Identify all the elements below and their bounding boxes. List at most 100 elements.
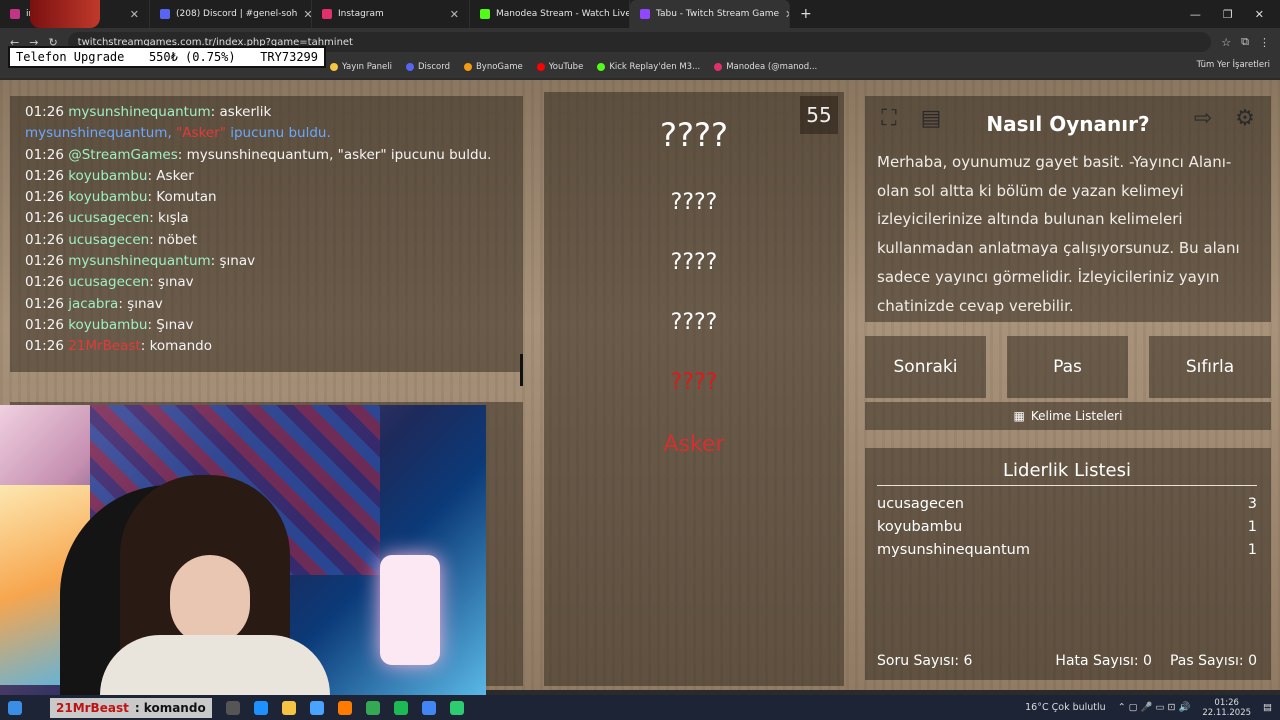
chat-user: mysunshinequantum	[68, 104, 211, 120]
tab-label: Tabu - Twitch Stream Game	[656, 9, 780, 19]
clock-date: 22.11.2025	[1202, 707, 1252, 718]
store-icon[interactable]	[309, 700, 324, 715]
bookmark-label: Manodea (@manod...	[726, 62, 818, 72]
player-score: 1	[1247, 519, 1257, 535]
bookmark-label: YouTube	[548, 62, 584, 72]
star-icon[interactable]: ☆	[1221, 36, 1231, 49]
notification-icon[interactable]: ▤	[1263, 702, 1272, 713]
secret-word: ????	[660, 116, 728, 154]
chat-line-system: mysunshinequantum, "Asker" ipucunu buldu…	[25, 123, 508, 144]
leaderboard-row: mysunshinequantum 1	[877, 542, 1257, 558]
tray-icons[interactable]: ⌃ ▢ 🎤 ▭ ⊡ 🔊	[1118, 702, 1191, 713]
new-tab-button[interactable]: +	[790, 6, 822, 22]
bookmark-discord[interactable]: Discord	[406, 62, 450, 72]
file-explorer-icon[interactable]	[281, 700, 296, 715]
task-view-icon[interactable]	[225, 700, 240, 715]
chat-msg: : Komutan	[147, 189, 217, 206]
pass-button[interactable]: Pas	[1007, 336, 1128, 398]
question-count: Soru Sayısı: 6	[877, 653, 973, 669]
close-window-icon[interactable]: ✕	[1255, 8, 1264, 21]
reset-button[interactable]: Sıfırla	[1149, 336, 1271, 398]
bookmark-bynogame[interactable]: BynoGame	[463, 62, 523, 72]
menu-icon[interactable]: ⋮	[1259, 36, 1270, 49]
chat-line: 01:26 koyubambu: Şınav	[25, 315, 508, 336]
all-bookmarks-link[interactable]: Tüm Yer İşaretleri	[1197, 60, 1270, 70]
chat-line: 01:26 21MrBeast: komando	[25, 336, 508, 357]
spotify-icon[interactable]	[393, 700, 408, 715]
firefox-icon[interactable]	[337, 700, 352, 715]
bookmark-kick-replay[interactable]: Kick Replay'den M3...	[597, 62, 700, 72]
close-icon[interactable]: ✕	[450, 8, 459, 21]
tab-discord[interactable]: (208) Discord | #genel-soh ✕	[150, 0, 312, 28]
chat-scrollbar[interactable]	[520, 354, 523, 386]
browser-tab-strip: instagr ✕ (208) Discord | #genel-soh ✕ I…	[0, 0, 1280, 28]
chat-line: 01:26 mysunshinequantum: şınav	[25, 251, 508, 272]
instagram-icon	[322, 9, 332, 19]
chat-line: 01:26 koyubambu: Asker	[25, 166, 508, 187]
kick-icon	[597, 63, 606, 71]
bookmark-icon	[330, 63, 338, 71]
word-lists-button[interactable]: ▦ Kelime Listeleri	[865, 402, 1271, 430]
chat-user: koyubambu	[68, 189, 148, 206]
game-stats: Soru Sayısı: 6 Hata Sayısı: 0 Pas Sayısı…	[877, 653, 1257, 669]
close-icon[interactable]: ✕	[130, 8, 139, 21]
chat-time: 01:26	[25, 295, 64, 312]
chat-alert-overlay: 21MrBeast : komando	[50, 697, 212, 718]
how-to-play-text: Merhaba, oyunumuz gayet basit. -Yayıncı …	[877, 153, 1240, 315]
list-icon: ▦	[1013, 409, 1025, 423]
bookmark-label: Yayın Paneli	[342, 62, 393, 72]
chat-line: 01:26 jacabra: şınav	[25, 294, 508, 315]
chat-time: 01:26	[25, 104, 64, 120]
tab-instagram-2[interactable]: Instagram ✕	[312, 0, 470, 28]
chat-msg: : komando	[140, 338, 212, 355]
chat-user: ucusagecen	[68, 231, 150, 248]
chat-user: mysunshinequantum	[68, 253, 211, 270]
player-name: koyubambu	[877, 519, 963, 535]
chat-msg: : askerlik	[210, 104, 272, 120]
leaderboard-row: koyubambu 1	[877, 519, 1257, 535]
error-count: Hata Sayısı: 0	[1055, 653, 1152, 669]
lamp	[380, 555, 440, 665]
bookmark-manodea-instagram[interactable]: Manodea (@manod...	[714, 62, 817, 72]
player-score: 3	[1247, 496, 1257, 512]
bookmark-youtube[interactable]: YouTube	[536, 62, 584, 72]
next-button[interactable]: Sonraki	[865, 336, 986, 398]
bookmark-label: BynoGame	[475, 62, 523, 72]
clock-time: 01:26	[1214, 697, 1239, 708]
chat-line: 01:26 @StreamGames: mysunshinequantum, "…	[25, 145, 508, 166]
weather-widget[interactable]: 16°C Çok bulutlu	[1025, 702, 1106, 713]
streamer-hoodie	[100, 635, 330, 695]
chrome-icon[interactable]	[365, 700, 380, 715]
found-word: Asker	[663, 432, 725, 457]
tab-label: Instagram	[338, 9, 384, 19]
instagram-icon	[714, 63, 723, 71]
chat-line: 01:26 ucusagecen: şınav	[25, 272, 508, 293]
close-icon[interactable]: ✕	[303, 8, 311, 21]
tab-tabu[interactable]: Tabu - Twitch Stream Game ✕	[630, 0, 790, 28]
leaderboard-row: ucusagecen 3	[877, 496, 1257, 512]
minimize-icon[interactable]: —	[1190, 8, 1201, 21]
tab-label: Manodea Stream - Watch Live	[496, 9, 630, 19]
chat-time: 01:26	[25, 146, 64, 163]
chat-line: 01:26 mysunshinequantum: askerlik	[25, 102, 508, 123]
streamer-logo	[30, 0, 100, 28]
clock[interactable]: 01:26 22.11.2025	[1202, 698, 1251, 718]
alert-user: 21MrBeast	[56, 700, 129, 715]
edge-icon[interactable]	[253, 700, 268, 715]
tab-manodea-kick[interactable]: Manodea Stream - Watch Live ✕	[470, 0, 630, 28]
windows-start-icon[interactable]	[8, 700, 22, 715]
chat-msg: : şınav	[149, 274, 194, 291]
chrome-active-icon[interactable]	[421, 700, 436, 715]
maximize-icon[interactable]: ❐	[1223, 8, 1233, 21]
streamer-face	[170, 555, 250, 645]
player-name: ucusagecen	[877, 496, 964, 512]
chat-panel: 01:26 mysunshinequantum: askerlik mysuns…	[10, 96, 523, 386]
chat-user: koyubambu	[68, 167, 148, 184]
chat-msg: ipucunu buldu.	[225, 125, 331, 142]
app-icon[interactable]	[449, 700, 464, 715]
extensions-icon[interactable]: ⧉	[1241, 35, 1249, 49]
bookmark-yayin-paneli[interactable]: Yayın Paneli	[330, 62, 392, 72]
chat-time: 01:26	[25, 167, 64, 184]
chat-user: koyubambu	[68, 316, 148, 333]
goal-amount: 550₺ (0.75%)	[148, 50, 236, 64]
